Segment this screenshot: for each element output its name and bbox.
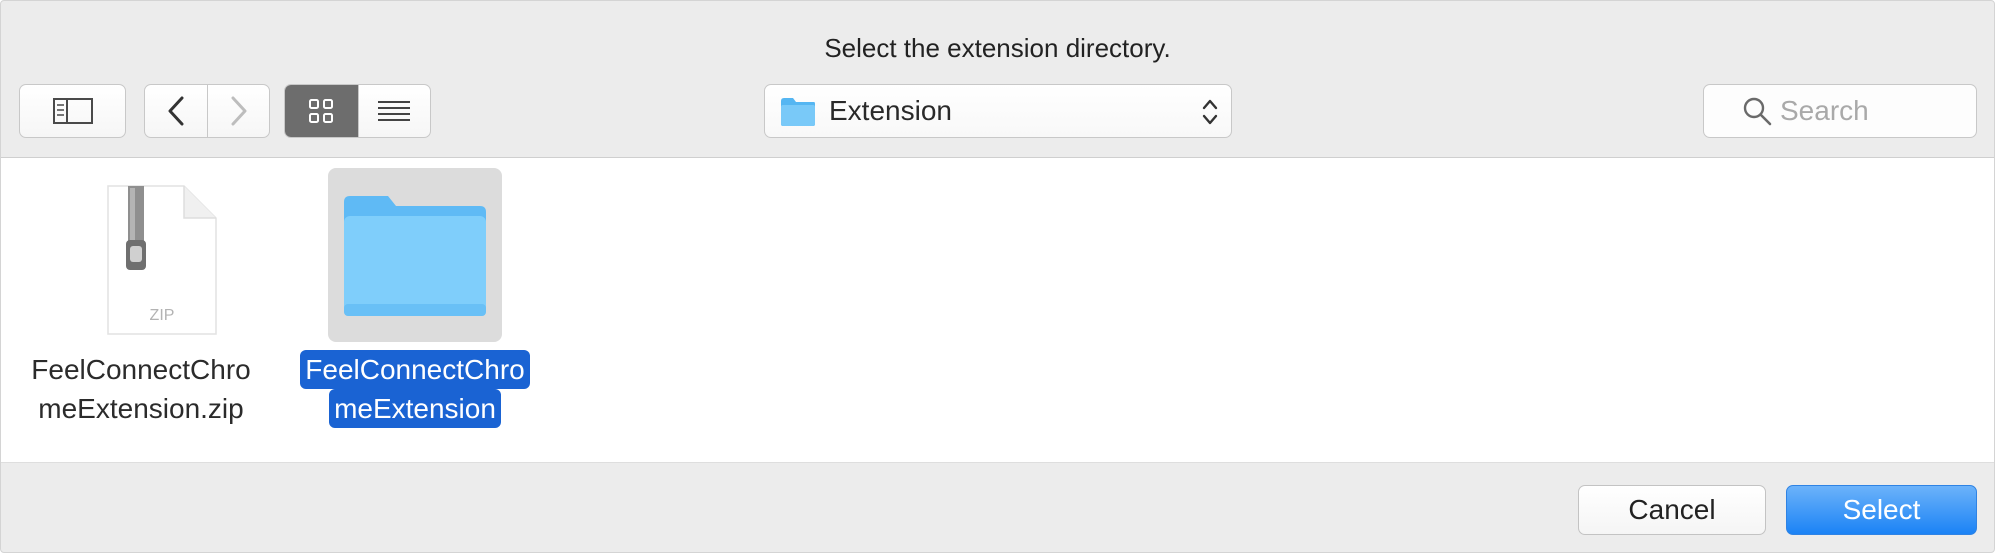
icon-view-button[interactable] xyxy=(285,85,358,137)
chevron-right-icon xyxy=(231,96,246,126)
file-dialog: Select the extension directory. Extensio… xyxy=(0,0,1995,553)
history-navigation xyxy=(144,84,270,138)
file-item-folder[interactable]: FeelConnectChro meExtension xyxy=(295,158,535,458)
back-button[interactable] xyxy=(145,85,207,137)
list-icon xyxy=(378,101,411,121)
folder-icon xyxy=(781,98,815,126)
dialog-title: Select the extension directory. xyxy=(824,33,1171,63)
file-name-line2: meExtension.zip xyxy=(38,393,244,424)
grid-icon xyxy=(309,99,334,123)
view-mode-control xyxy=(284,84,431,138)
updown-arrows-icon xyxy=(1202,99,1218,125)
file-name: FeelConnectChro meExtension.zip xyxy=(21,350,261,428)
file-thumbnail-selected xyxy=(328,168,502,342)
search-icon xyxy=(1743,97,1772,126)
sidebar-toggle-button[interactable] xyxy=(19,84,126,138)
zip-file-icon: ZIP xyxy=(107,185,217,335)
cancel-button[interactable]: Cancel xyxy=(1578,485,1766,535)
zip-badge: ZIP xyxy=(150,307,175,324)
search-input[interactable] xyxy=(1780,95,1970,127)
search-field[interactable] xyxy=(1703,84,1977,138)
file-browser: ZIP FeelConnectChro meExtension.zip Feel… xyxy=(1,157,1994,463)
forward-button[interactable] xyxy=(207,85,269,137)
file-name-line1: FeelConnectChro xyxy=(31,354,251,385)
list-view-button[interactable] xyxy=(357,85,430,137)
file-name: FeelConnectChro meExtension xyxy=(295,350,535,428)
location-label: Extension xyxy=(829,95,952,126)
file-item-zip[interactable]: ZIP FeelConnectChro meExtension.zip xyxy=(21,158,261,458)
chevron-left-icon xyxy=(168,96,184,126)
location-popup[interactable]: Extension xyxy=(764,84,1232,138)
select-button[interactable]: Select xyxy=(1786,485,1977,535)
sidebar-icon xyxy=(52,98,93,124)
file-name-line1: FeelConnectChro xyxy=(300,350,530,389)
folder-icon xyxy=(344,196,486,316)
file-name-line2: meExtension xyxy=(329,389,501,428)
file-thumbnail: ZIP xyxy=(54,168,228,342)
